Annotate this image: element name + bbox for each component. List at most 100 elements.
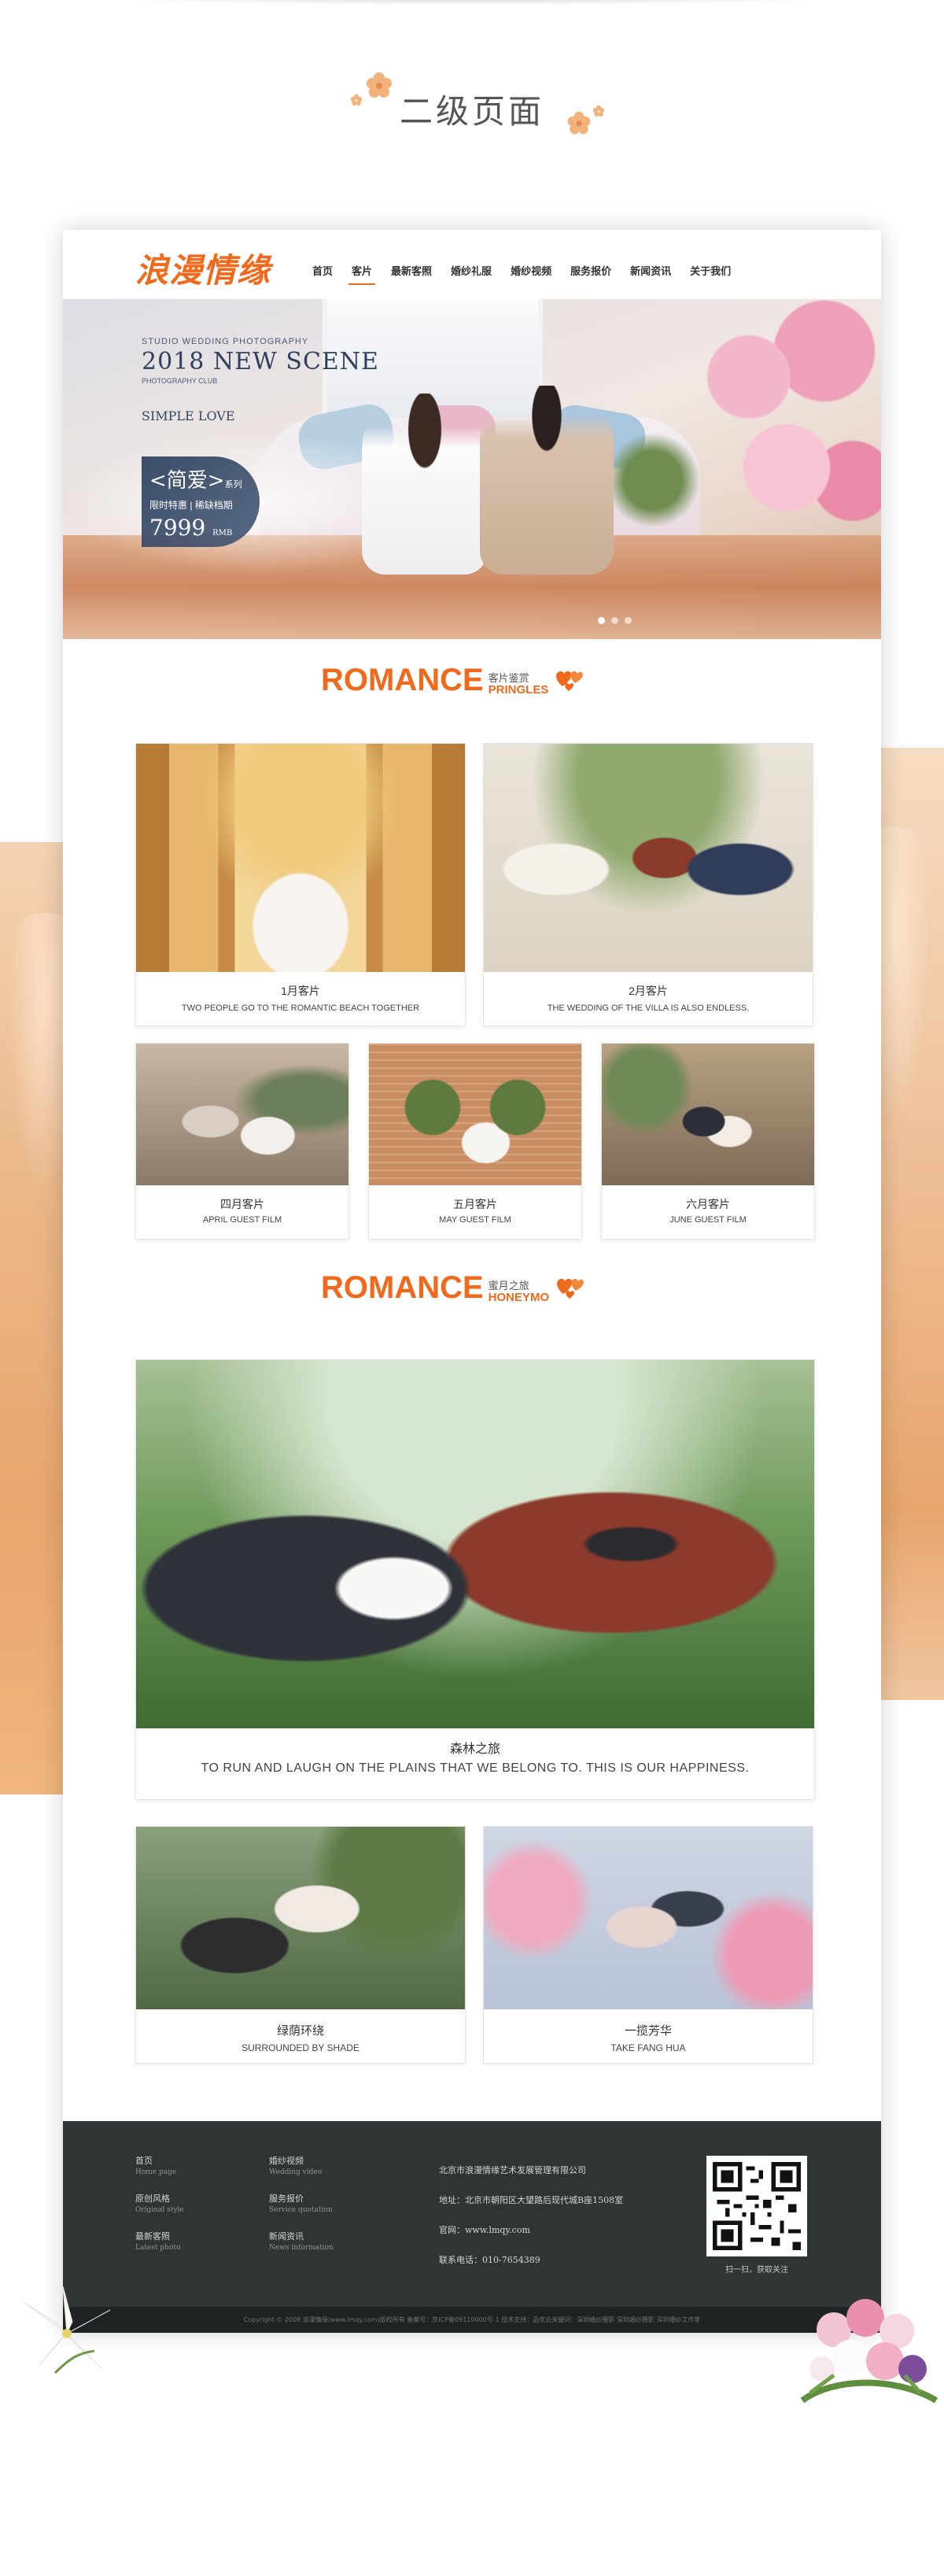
honeymoon-card-fang-hua[interactable]: 一揽芳华 TAKE FANG HUA — [483, 1826, 813, 2064]
nav-item-wedding-dress[interactable]: 婚纱礼服 — [441, 263, 501, 278]
card-title: 一揽芳华 — [624, 2024, 672, 2038]
footer-website[interactable]: 官网：www.lmqy.com — [439, 2216, 623, 2245]
card-subtitle: APRIL GUEST FILM — [202, 1215, 282, 1225]
hero-banner[interactable]: STUDIO WEDDING PHOTOGRAPHY 2018 NEW SCEN… — [63, 299, 881, 639]
footer-address: 地址：北京市朝阳区大望路后现代城B座1508室 — [439, 2195, 624, 2205]
qr-code-icon — [706, 2156, 807, 2256]
photo-fang-hua-couple — [484, 1827, 813, 2009]
card-subtitle: MAY GUEST FILM — [439, 1215, 511, 1225]
footer-phone: 联系电话：010-7654389 — [439, 2255, 540, 2265]
card-subtitle: TO RUN AND LAUGH ON THE PLAINS THAT WE B… — [201, 1761, 750, 1775]
card-title: 2月客片 — [629, 985, 668, 997]
nav-item-guest-photos[interactable]: 客片 — [342, 263, 382, 285]
page-title: 二级页面 — [399, 92, 544, 131]
footer-link-news[interactable]: 新闻资讯 News information — [269, 2230, 334, 2252]
nav-item-home[interactable]: 首页 — [303, 263, 342, 278]
promo-price: 7999 — [149, 515, 206, 541]
footer-link-label: 新闻资讯 — [269, 2231, 304, 2242]
section-title-cn: 蜜月之旅 — [488, 1280, 529, 1292]
carousel-dot[interactable] — [598, 617, 605, 624]
banner-subtitle: PHOTOGRAPHY CLUB — [142, 377, 218, 385]
banner-kicker: STUDIO WEDDING PHOTOGRAPHY — [142, 337, 309, 346]
footer-link-label: 最新客照 — [135, 2231, 170, 2242]
site-logo[interactable]: 浪漫情缘 — [135, 244, 271, 292]
nav-item-about[interactable]: 关于我们 — [680, 263, 740, 278]
banner-text: STUDIO WEDDING PHOTOGRAPHY 2018 NEW SCEN… — [142, 337, 379, 423]
section-title-guest-photos: ROMANCE 客片鉴赏 PRINGLES — [321, 663, 584, 696]
nav-item-news[interactable]: 新闻资讯 — [621, 263, 680, 278]
promo-unit: RMB — [212, 529, 233, 538]
footer-links-col2: 婚纱视频 Wedding video 服务报价 Service quotatio… — [269, 2154, 334, 2267]
nav-item-latest-photos[interactable]: 最新客照 — [382, 263, 441, 278]
footer-company: 北京市浪漫情缘艺术发展管理有限公司 — [439, 2165, 586, 2175]
section-title-big: ROMANCE — [321, 1270, 484, 1305]
photo-forest-train — [136, 1360, 814, 1728]
small-blossom-icon — [592, 105, 605, 117]
footer-link-service-quotation[interactable]: 服务报价 Service quotation — [269, 2192, 334, 2214]
guest-card-april[interactable]: 四月客片 APRIL GUEST FILM — [135, 1043, 349, 1240]
footer-link-sublabel: Original style — [135, 2206, 184, 2214]
card-title: 四月客片 — [220, 1198, 264, 1210]
honeymoon-feature-card[interactable]: 森林之旅 TO RUN AND LAUGH ON THE PLAINS THAT… — [135, 1359, 815, 1800]
card-subtitle: TWO PEOPLE GO TO THE ROMANTIC BEACH TOGE… — [181, 1003, 420, 1013]
footer-link-original-style[interactable]: 原创风格 Original style — [135, 2192, 184, 2214]
section-title-cn: 客片鉴赏 — [488, 672, 529, 684]
footer-link-sublabel: Service quotation — [269, 2206, 333, 2214]
bouquet-icon — [800, 2299, 938, 2404]
card-title: 森林之旅 — [449, 1743, 500, 1756]
banner-flowers — [692, 299, 881, 559]
footer-link-label: 婚纱视频 — [269, 2156, 304, 2166]
footer-link-home[interactable]: 首页 Home page — [135, 2154, 184, 2176]
section-title-en: PRINGLES — [488, 683, 549, 697]
small-blossom-icon — [350, 94, 363, 106]
carousel-dot[interactable] — [625, 617, 632, 624]
photo-villa-couple — [484, 744, 813, 972]
footer-links-col1: 首页 Home page 原创风格 Original style 最新客照 La… — [135, 2154, 184, 2267]
footer-link-sublabel: Wedding video — [269, 2168, 323, 2176]
blossom-icon — [367, 72, 392, 98]
footer-link-wedding-video[interactable]: 婚纱视频 Wedding video — [269, 2154, 334, 2176]
blossom-icon — [567, 111, 591, 135]
card-title: 绿荫环绕 — [276, 2024, 324, 2038]
nav-item-wedding-video[interactable]: 婚纱视频 — [501, 263, 561, 278]
promo-series: 系列 — [224, 479, 242, 490]
guest-card-january[interactable]: 1月客片 TWO PEOPLE GO TO THE ROMANTIC BEACH… — [135, 743, 466, 1026]
top-navigation: 浪漫情缘 首页 客片 最新客照 婚纱礼服 婚纱视频 服务报价 新闻资讯 关于我们 — [63, 230, 881, 299]
footer-link-sublabel: News information — [269, 2244, 334, 2252]
card-subtitle: SURROUNDED BY SHADE — [242, 2042, 360, 2053]
honeymoon-card-shade[interactable]: 绿荫环绕 SURROUNDED BY SHADE — [135, 1826, 466, 2064]
copyright-bar: Copyright © 2008 浪漫情缘(www.lmqy.com)版权所有 … — [63, 2307, 881, 2333]
footer-link-label: 原创风格 — [135, 2193, 170, 2204]
carousel-dot[interactable] — [611, 617, 618, 624]
footer-link-sublabel: Latest photo — [135, 2244, 181, 2252]
photo-june-couple — [602, 1044, 814, 1185]
carousel-dots — [598, 617, 632, 624]
footer-link-label: 首页 — [135, 2156, 153, 2166]
banner-title: 2018 NEW SCENE — [142, 348, 379, 375]
footer-contact: 北京市浪漫情缘艺术发展管理有限公司 地址：北京市朝阳区大望路后现代城B座1508… — [439, 2156, 623, 2275]
main-menu: 首页 客片 最新客照 婚纱礼服 婚纱视频 服务报价 新闻资讯 关于我们 — [303, 263, 740, 285]
card-subtitle: TAKE FANG HUA — [610, 2042, 686, 2053]
photo-shade-couple — [136, 1827, 465, 2009]
promo-tag: 限时特惠 | 稀缺档期 — [149, 500, 233, 511]
banner-bride — [362, 394, 488, 575]
section-title-en: HONEYMO — [488, 1291, 550, 1304]
promo-badge: <简爱>系列 限时特惠 | 稀缺档期 7999 RMB — [142, 456, 260, 547]
guest-card-may[interactable]: 五月客片 MAY GUEST FILM — [368, 1043, 582, 1240]
card-title: 五月客片 — [453, 1198, 497, 1210]
footer-link-latest-photo[interactable]: 最新客照 Latest photo — [135, 2230, 184, 2252]
guest-card-february[interactable]: 2月客片 THE WEDDING OF THE VILLA IS ALSO EN… — [483, 743, 813, 1026]
hearts-icon — [557, 1278, 584, 1299]
nav-item-service-price[interactable]: 服务报价 — [561, 263, 621, 278]
card-subtitle: THE WEDDING OF THE VILLA IS ALSO ENDLESS… — [547, 1003, 750, 1013]
banner-plant — [606, 425, 700, 535]
card-title: 1月客片 — [281, 985, 320, 997]
photo-may-couple — [369, 1044, 581, 1185]
banner-groom — [480, 386, 614, 575]
hearts-icon — [556, 671, 584, 691]
card-title: 六月客片 — [686, 1198, 730, 1210]
guest-card-june[interactable]: 六月客片 JUNE GUEST FILM — [601, 1043, 815, 1240]
footer-link-label: 服务报价 — [269, 2193, 304, 2204]
card-subtitle: JUNE GUEST FILM — [669, 1215, 747, 1225]
qr-caption: 扫一扫，获取关注 — [725, 2266, 788, 2275]
